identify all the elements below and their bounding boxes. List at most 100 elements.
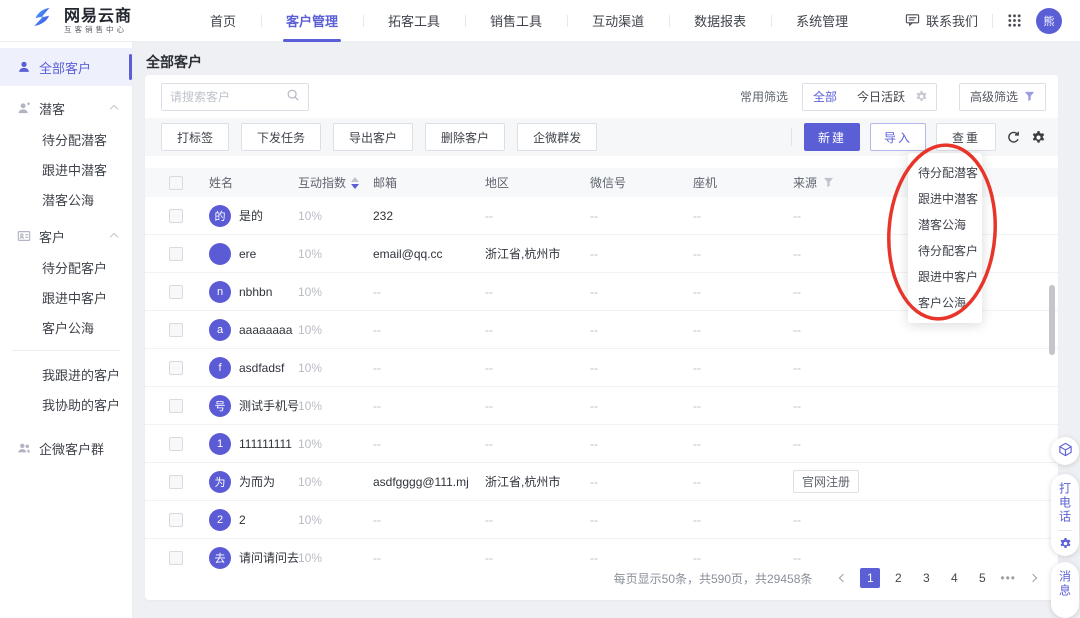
import-dropdown-item[interactable]: 跟进中客户 [908,264,982,290]
import-dropdown-item[interactable]: 待分配客户 [908,238,982,264]
refresh-icon[interactable] [1006,130,1021,145]
brand-logo[interactable]: 网易云商 互客销售中心 [0,6,185,35]
chip-settings-gear-icon[interactable] [915,90,936,103]
row-checkbox[interactable] [169,399,183,413]
column-filter-icon[interactable] [823,177,834,188]
contact-us-button[interactable]: 联系我们 [905,11,978,30]
bulk-action-button[interactable]: 导出客户 [333,123,413,151]
import-button[interactable]: 导入 [870,123,926,151]
row-checkbox[interactable] [169,475,183,489]
customer-name[interactable]: ere [239,247,256,261]
table-row[interactable]: 1111111111 10% -- -- -- -- -- [145,425,1058,463]
chevron-up-icon[interactable] [110,233,118,241]
nav-item[interactable]: 销售工具 [465,0,567,42]
row-checkbox[interactable] [169,247,183,261]
sort-icon[interactable] [351,177,359,189]
table-row[interactable]: 号测试手机号 10% -- -- -- -- -- [145,387,1058,425]
page-ellipsis[interactable]: ••• [1000,571,1016,585]
select-all-checkbox[interactable] [169,176,183,190]
mini-program-float-button[interactable] [1051,437,1079,465]
bulk-action-button[interactable]: 删除客户 [425,123,505,151]
dedupe-button[interactable]: 查重 [936,123,996,151]
import-dropdown-item[interactable]: 跟进中潜客 [908,186,982,212]
customer-name[interactable]: 111111111 [239,437,292,451]
customer-name[interactable]: aaaaaaaa [239,323,292,337]
customer-name[interactable]: nbhbn [239,285,272,299]
row-checkbox[interactable] [169,323,183,337]
page-number[interactable]: 5 [972,568,992,588]
call-float-widget[interactable]: 打电话 [1051,474,1079,556]
sidebar-item[interactable]: 客户公海 [0,312,132,342]
chevron-up-icon[interactable] [110,105,118,113]
nav-item[interactable]: 互动渠道 [567,0,669,42]
row-checkbox[interactable] [169,437,183,451]
avatar: 号 [209,395,231,417]
page-number[interactable]: 1 [860,568,880,588]
create-button[interactable]: 新建 [804,123,860,151]
sidebar-item[interactable]: 待分配潜客 [0,124,132,154]
table-scrollbar[interactable] [1049,285,1055,355]
nav-item[interactable]: 首页 [185,0,261,42]
search-icon[interactable] [286,88,300,105]
import-dropdown-item[interactable]: 待分配潜客 [908,160,982,186]
nav-item[interactable]: 拓客工具 [363,0,465,42]
customer-name[interactable]: asdfadsf [239,361,284,375]
next-page-button[interactable] [1024,569,1042,587]
row-checkbox[interactable] [169,513,183,527]
customer-name[interactable]: 测试手机号 [239,397,299,414]
page-number[interactable]: 2 [888,568,908,588]
table-row[interactable]: 22 10% -- -- -- -- -- [145,501,1058,539]
sidebar-item[interactable]: 我跟进的客户 [0,359,132,389]
customer-name[interactable]: 为而为 [239,473,275,490]
call-settings-gear-icon[interactable] [1059,537,1072,553]
table-settings-gear-icon[interactable] [1031,130,1046,145]
row-checkbox[interactable] [169,209,183,223]
user-avatar[interactable]: 熊 [1036,8,1062,34]
sidebar-item[interactable]: 我协助的客户 [0,389,132,419]
interaction-score: 10% [298,323,373,337]
email-cell: -- [373,399,485,413]
email-cell: -- [373,437,485,451]
prev-page-button[interactable] [834,569,852,587]
top-header: 网易云商 互客销售中心 首页客户管理拓客工具销售工具互动渠道数据报表系统管理 联… [0,0,1080,42]
bulk-action-button[interactable]: 打标签 [161,123,229,151]
page-number[interactable]: 4 [944,568,964,588]
row-checkbox[interactable] [169,361,183,375]
sidebar-item[interactable]: 潜客 [0,92,132,124]
prospect-icon [17,101,31,115]
row-checkbox[interactable] [169,285,183,299]
filter-chip[interactable]: 全部 [803,88,847,105]
nav-item[interactable]: 客户管理 [261,0,363,42]
import-dropdown-item[interactable]: 客户公海 [908,290,982,316]
nav-item[interactable]: 系统管理 [771,0,873,42]
region-cell: -- [485,513,590,527]
sidebar-item[interactable]: 客户 [0,220,132,252]
bulk-action-button[interactable]: 企微群发 [517,123,597,151]
region-cell: 浙江省,杭州市 [485,245,590,262]
filter-chip[interactable]: 今日活跃 [847,88,915,105]
search-input[interactable] [170,90,280,104]
advanced-filter-button[interactable]: 高级筛选 [959,83,1046,111]
customer-name[interactable]: 是的 [239,207,263,224]
sidebar-item[interactable]: 潜客公海 [0,184,132,214]
message-float-widget[interactable]: 消息 [1051,562,1079,618]
sidebar-item[interactable]: 待分配客户 [0,252,132,282]
region-cell: -- [485,399,590,413]
bulk-action-button[interactable]: 下发任务 [241,123,321,151]
app-grid-icon[interactable] [1007,13,1022,28]
customer-name[interactable]: 2 [239,513,246,527]
sidebar-item[interactable]: 企微客户群 [0,429,132,467]
table-row[interactable]: 为为而为 10% asdfgggg@111.mj 浙江省,杭州市 -- -- 官… [145,463,1058,501]
avatar: n [209,281,231,303]
sidebar-item[interactable]: 全部客户 [0,48,132,86]
sidebar-item[interactable]: 跟进中潜客 [0,154,132,184]
page-number[interactable]: 3 [916,568,936,588]
table-row[interactable]: fasdfadsf 10% -- -- -- -- -- [145,349,1058,387]
nav-item[interactable]: 数据报表 [669,0,771,42]
avatar: 为 [209,471,231,493]
sidebar-item-label: 全部客户 [39,58,91,77]
interaction-score: 10% [298,399,373,413]
import-dropdown-item[interactable]: 潜客公海 [908,212,982,238]
sidebar-item[interactable]: 跟进中客户 [0,282,132,312]
region-cell: -- [485,437,590,451]
